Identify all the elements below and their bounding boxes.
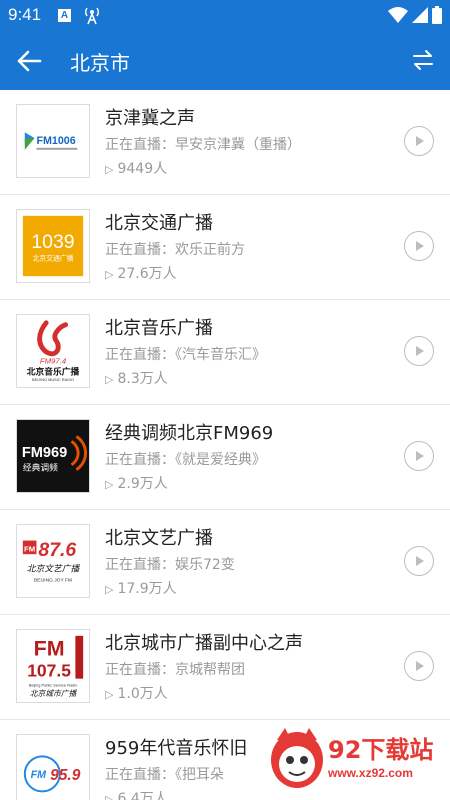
listener-count: ▷ 1.0万人 bbox=[105, 683, 168, 703]
station-name: 京津冀之声 bbox=[105, 108, 195, 129]
play-icon bbox=[416, 241, 424, 251]
swap-arrows-icon bbox=[413, 50, 433, 70]
station-item[interactable]: FM 87.6 北京文艺广播 BEIJING JOY FM 北京文艺广播 正在直… bbox=[0, 510, 450, 615]
now-playing: 正在直播：娱乐72变 bbox=[105, 557, 235, 573]
app-bar: 北京市 bbox=[0, 32, 450, 90]
status-time: 9:41 bbox=[8, 5, 42, 24]
now-playing: 正在直播：《就是爱经典》 bbox=[105, 452, 266, 468]
logo-text: FM bbox=[24, 544, 35, 553]
logo-subtext: 经典调频 bbox=[23, 462, 58, 474]
battery-icon bbox=[432, 6, 442, 28]
logo-text: FM1006 bbox=[36, 135, 75, 147]
play-icon bbox=[416, 661, 424, 671]
logo-subtext: 北京文艺广播 bbox=[27, 564, 81, 575]
now-playing: 正在直播：早安京津冀（重播） bbox=[105, 137, 301, 153]
listener-value: 17.9万人 bbox=[117, 581, 177, 597]
station-list: FM1006 京津冀之声 正在直播：早安京津冀（重播） ▷ 9449人 1039 … bbox=[0, 90, 450, 800]
listener-value: 6.4万人 bbox=[117, 791, 168, 800]
listener-value: 1.0万人 bbox=[117, 686, 168, 702]
listener-value: 27.6万人 bbox=[117, 266, 177, 282]
listeners-icon: ▷ bbox=[105, 163, 114, 176]
logo-number: 107.5 bbox=[27, 661, 71, 681]
listener-value: 8.3万人 bbox=[117, 371, 168, 387]
listeners-icon: ▷ bbox=[105, 373, 114, 386]
station-item[interactable]: FM97.4 北京音乐广播 BEIJING MUSIC RADIO 北京音乐广播… bbox=[0, 300, 450, 405]
logo-english: Beijing Public Service Radio bbox=[29, 682, 77, 687]
play-button[interactable] bbox=[404, 651, 434, 681]
play-icon bbox=[416, 556, 424, 566]
logo-subtext: 北京音乐广播 bbox=[27, 365, 80, 377]
logo-text: FM bbox=[34, 636, 65, 660]
play-icon bbox=[416, 136, 424, 146]
watermark-text: 92下载站 bbox=[328, 736, 434, 764]
station-item[interactable]: FM969 经典调频 经典调频北京FM969 正在直播：《就是爱经典》 ▷ 2.9… bbox=[0, 405, 450, 510]
logo-english: BEIJING JOY FM bbox=[34, 577, 72, 583]
play-button[interactable] bbox=[404, 441, 434, 471]
page-title: 北京市 bbox=[70, 51, 130, 75]
now-playing: 正在直播：《把耳朵 bbox=[105, 767, 224, 783]
station-name: 北京城市广播副中心之声 bbox=[105, 633, 303, 654]
station-name: 959年代音乐怀旧 bbox=[105, 738, 248, 759]
now-playing: 正在直播：《汽车音乐汇》 bbox=[105, 347, 266, 363]
station-item[interactable]: FM1006 京津冀之声 正在直播：早安京津冀（重播） ▷ 9449人 bbox=[0, 90, 450, 195]
arrow-left-icon bbox=[17, 50, 42, 72]
logo-number: 87.6 bbox=[38, 539, 76, 561]
listener-count: ▷ 2.9万人 bbox=[105, 473, 168, 493]
play-button[interactable] bbox=[404, 546, 434, 576]
status-bar: 9:41 A bbox=[0, 0, 450, 32]
status-right bbox=[388, 6, 442, 28]
station-item[interactable]: FM 107.5 Beijing Public Service Radio 北京… bbox=[0, 615, 450, 720]
listeners-icon: ▷ bbox=[105, 478, 114, 491]
logo-text: FM97.4 bbox=[40, 357, 67, 366]
station-name: 北京交通广播 bbox=[105, 213, 213, 234]
play-button[interactable] bbox=[404, 126, 434, 156]
listener-count: ▷ 17.9万人 bbox=[105, 578, 177, 598]
now-playing: 正在直播：欢乐正前方 bbox=[105, 242, 245, 258]
listeners-icon: ▷ bbox=[105, 583, 114, 596]
station-logo: FM97.4 北京音乐广播 BEIJING MUSIC RADIO bbox=[16, 314, 90, 388]
wifi-icon bbox=[388, 6, 408, 28]
listener-count: ▷ 6.4万人 bbox=[105, 788, 168, 800]
play-icon bbox=[416, 451, 424, 461]
antenna-icon bbox=[82, 5, 102, 29]
listener-count: ▷ 27.6万人 bbox=[105, 263, 177, 283]
logo-number: 95.9 bbox=[50, 767, 81, 784]
station-logo: FM969 经典调频 bbox=[16, 419, 90, 493]
station-name: 北京音乐广播 bbox=[105, 318, 213, 339]
listener-count: ▷ 8.3万人 bbox=[105, 368, 168, 388]
station-logo: FM 107.5 Beijing Public Service Radio 北京… bbox=[16, 629, 90, 703]
logo-subtext: 北京交通广播 bbox=[33, 254, 74, 263]
signal-icon bbox=[412, 6, 428, 28]
station-item[interactable]: 1039 北京交通广播 北京交通广播 正在直播：欢乐正前方 ▷ 27.6万人 bbox=[0, 195, 450, 300]
notification-a-icon: A bbox=[58, 9, 71, 22]
station-logo: FM1006 bbox=[16, 104, 90, 178]
station-logo: FM 95.9 bbox=[16, 734, 90, 800]
play-button[interactable] bbox=[404, 231, 434, 261]
listeners-icon: ▷ bbox=[105, 268, 114, 281]
logo-text: FM969 bbox=[22, 445, 67, 461]
logo-english: BEIJING MUSIC RADIO bbox=[32, 377, 74, 382]
switch-button[interactable] bbox=[408, 45, 438, 75]
listener-value: 9449人 bbox=[117, 161, 168, 177]
watermark-logo-icon bbox=[271, 728, 323, 788]
logo-text: 1039 bbox=[31, 231, 74, 253]
listeners-icon: ▷ bbox=[105, 793, 114, 800]
logo-subtext: 北京城市广播 bbox=[30, 689, 78, 698]
station-name: 北京文艺广播 bbox=[105, 528, 213, 549]
play-button[interactable] bbox=[404, 336, 434, 366]
listeners-icon: ▷ bbox=[105, 688, 114, 701]
now-playing: 正在直播：京城帮帮团 bbox=[105, 662, 245, 678]
listener-value: 2.9万人 bbox=[117, 476, 168, 492]
watermark-url: www.xz92.com bbox=[328, 766, 413, 780]
logo-text: FM bbox=[31, 769, 48, 781]
station-name: 经典调频北京FM969 bbox=[105, 423, 274, 444]
watermark: 92下载站 www.xz92.com bbox=[265, 712, 450, 800]
play-icon bbox=[416, 346, 424, 356]
back-button[interactable] bbox=[12, 45, 46, 77]
listener-count: ▷ 9449人 bbox=[105, 158, 167, 178]
station-logo: FM 87.6 北京文艺广播 BEIJING JOY FM bbox=[16, 524, 90, 598]
station-logo: 1039 北京交通广播 bbox=[16, 209, 90, 283]
